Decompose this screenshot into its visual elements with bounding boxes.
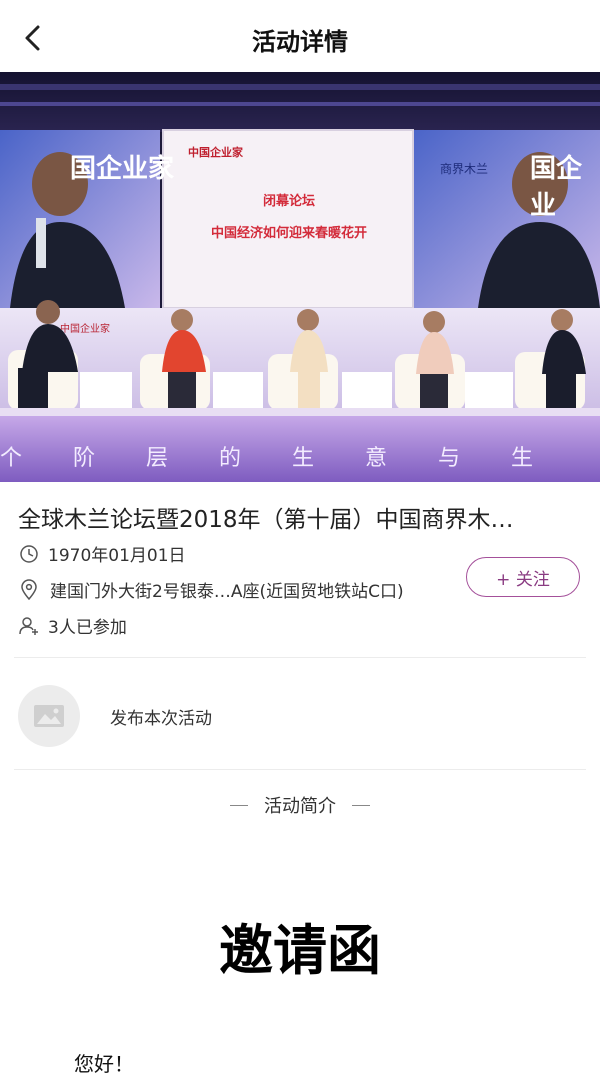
- invitation-greeting: 您好！: [74, 1052, 134, 1076]
- navbar: 活动详情: [0, 0, 600, 72]
- event-date: 1970年01月01日: [48, 546, 186, 566]
- intro-section-header: 活动简介: [0, 792, 600, 818]
- anniversary-logo: 商界木兰: [440, 162, 489, 176]
- participant-count: 3人已参加: [48, 618, 127, 638]
- divider: [14, 769, 586, 770]
- event-cover-image: 中国企业家 闭幕论坛 中国经济如何迎来春暖花开 国企业家 国企业 商界木兰 中国…: [0, 72, 600, 482]
- screen-brand: 中国企业家: [188, 146, 243, 159]
- user-add-icon: [18, 615, 40, 637]
- image-placeholder-icon: [34, 705, 64, 727]
- publish-activity-row[interactable]: 发布本次活动: [18, 684, 578, 748]
- screen-headline-1: 闭幕论坛: [262, 194, 315, 209]
- location-pin-icon: [18, 578, 40, 601]
- clock-icon: [18, 543, 40, 565]
- side-brand-left: 国企业家: [70, 154, 175, 184]
- event-address: 建国门外大街2号银泰…A座(近国贸地铁站C口): [50, 582, 404, 602]
- intro-section-title: 活动简介: [264, 796, 336, 817]
- screen-headline-2: 中国经济如何迎来春暖花开: [210, 226, 367, 241]
- event-participants-row: 3人已参加: [18, 613, 127, 638]
- publish-activity-label: 发布本次活动: [110, 708, 212, 729]
- follow-button[interactable]: + 关注: [466, 557, 580, 597]
- event-address-row: 建国门外大街2号银泰…A座(近国贸地铁站C口): [18, 577, 404, 602]
- dash-right: [352, 804, 370, 806]
- floor-text: 个 阶 层 的 生 意 与 生: [0, 446, 555, 471]
- invitation-heading: 邀请函: [219, 919, 381, 982]
- stage-brand: 中国企业家: [60, 324, 110, 335]
- event-date-row: 1970年01月01日: [18, 541, 186, 566]
- side-brand-right: 国企业: [530, 154, 583, 221]
- page-title: 活动详情: [252, 28, 348, 56]
- divider: [14, 657, 586, 658]
- publish-avatar: [18, 685, 80, 747]
- event-title: 全球木兰论坛暨2018年（第十届）中国商界木…: [18, 507, 514, 533]
- dash-left: [230, 804, 248, 806]
